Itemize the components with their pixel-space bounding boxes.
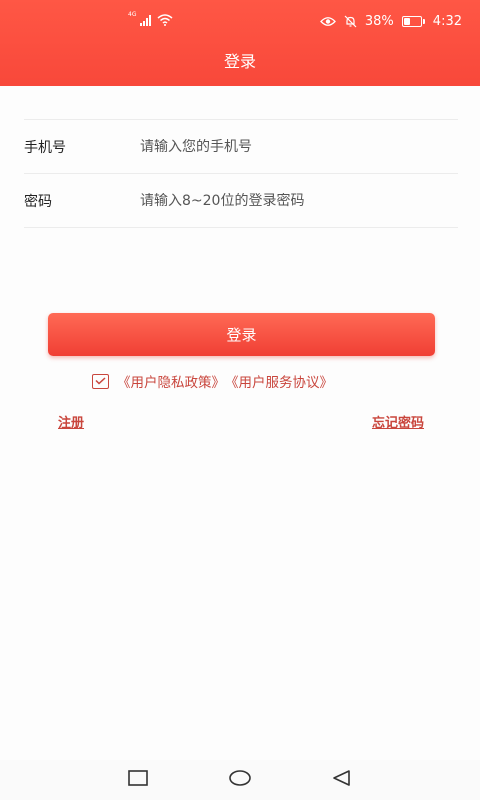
privacy-policy-link[interactable]: 《用户隐私政策》 bbox=[117, 371, 225, 391]
login-screen: 4G 38% 4:32 登录 手机号 请输入您的手机号 密码 登录 《用户隐私政… bbox=[0, 0, 480, 800]
status-right: 38% 4:32 bbox=[320, 14, 462, 29]
phone-input[interactable] bbox=[140, 138, 440, 155]
status-bar: 4G 38% 4:32 bbox=[0, 0, 480, 40]
eye-icon bbox=[320, 16, 336, 27]
home-icon[interactable] bbox=[229, 770, 251, 788]
wifi-icon bbox=[157, 14, 173, 26]
register-link[interactable]: 注册 bbox=[58, 412, 84, 431]
phone-label: 手机号 bbox=[24, 139, 66, 156]
agreement-row: 《用户隐私政策》 《用户服务协议》 bbox=[92, 371, 333, 391]
silent-bell-icon bbox=[344, 15, 357, 28]
password-row: 密码 bbox=[24, 174, 458, 228]
battery-icon bbox=[401, 16, 425, 27]
system-nav-bar bbox=[0, 760, 480, 800]
clock: 4:32 bbox=[432, 14, 462, 29]
password-label: 密码 bbox=[24, 193, 52, 210]
battery-percent: 38% bbox=[364, 14, 394, 29]
login-form: 手机号 密码 bbox=[24, 119, 458, 228]
agreement-checkbox[interactable] bbox=[92, 373, 109, 389]
signal-icon bbox=[140, 14, 152, 26]
network-type: 4G bbox=[128, 10, 137, 18]
check-icon bbox=[95, 377, 106, 385]
login-button[interactable]: 登录 bbox=[48, 313, 435, 356]
service-agreement-link[interactable]: 《用户服务协议》 bbox=[225, 371, 333, 391]
page-title: 登录 bbox=[223, 52, 256, 71]
password-input[interactable] bbox=[140, 192, 440, 209]
status-left: 4G bbox=[128, 10, 173, 26]
recent-apps-icon[interactable] bbox=[128, 770, 148, 788]
forgot-password-link[interactable]: 忘记密码 bbox=[372, 412, 424, 431]
phone-row: 手机号 bbox=[24, 120, 458, 174]
app-header: 4G 38% 4:32 登录 bbox=[0, 0, 480, 86]
back-icon[interactable] bbox=[332, 770, 352, 788]
